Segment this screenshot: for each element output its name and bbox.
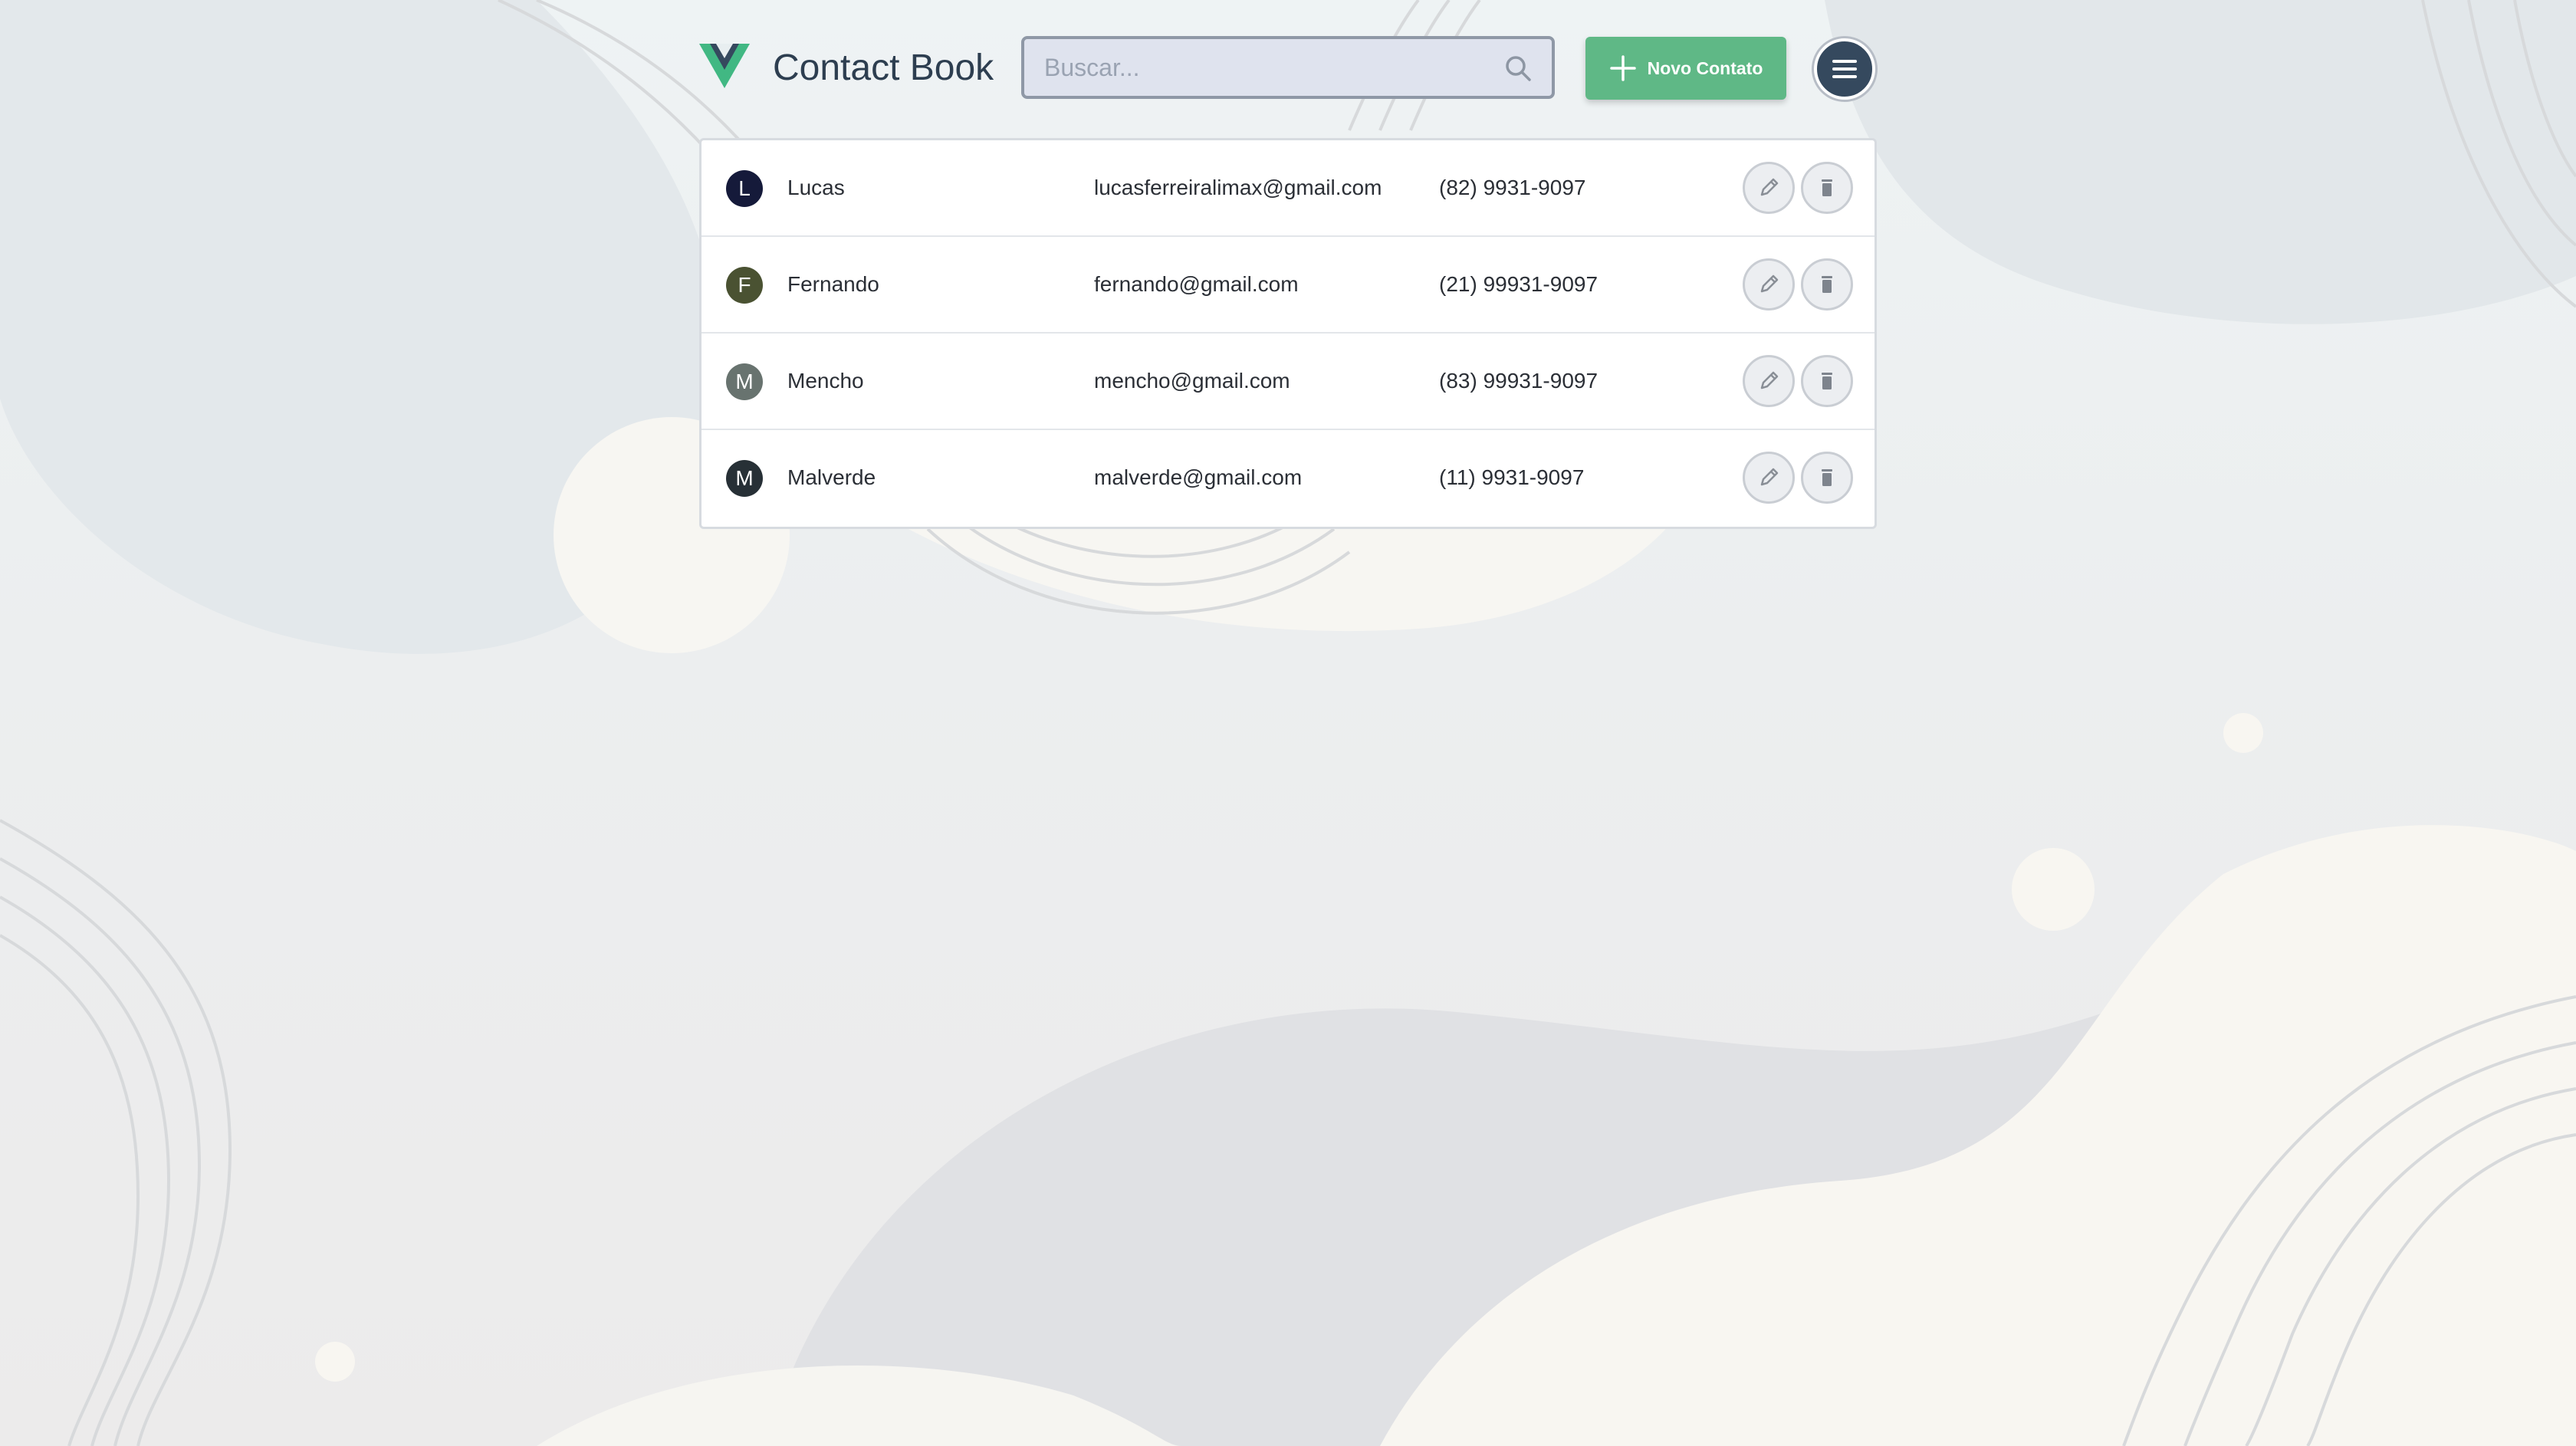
contact-row[interactable]: F Fernando fernando@gmail.com (21) 99931…: [702, 237, 1875, 334]
search-input[interactable]: [1024, 39, 1552, 96]
contact-row[interactable]: L Lucas lucasferreiralimax@gmail.com (82…: [702, 140, 1875, 237]
delete-button[interactable]: [1801, 452, 1853, 504]
contact-row[interactable]: M Mencho mencho@gmail.com (83) 99931-909…: [702, 334, 1875, 430]
menu-button[interactable]: [1814, 38, 1875, 100]
contact-phone: (11) 9931-9097: [1439, 465, 1585, 489]
contact-phone: (82) 9931-9097: [1439, 176, 1586, 199]
contact-list: L Lucas lucasferreiralimax@gmail.com (82…: [699, 138, 1877, 529]
edit-button[interactable]: [1743, 355, 1795, 407]
contact-phone: (21) 99931-9097: [1439, 272, 1598, 296]
new-contact-button[interactable]: Novo Contato: [1585, 37, 1786, 100]
search-icon[interactable]: [1503, 53, 1533, 84]
vue-logo-icon: [699, 44, 750, 88]
avatar: L: [726, 170, 763, 207]
delete-button[interactable]: [1801, 355, 1853, 407]
contact-phone: (83) 99931-9097: [1439, 369, 1598, 393]
edit-button[interactable]: [1743, 452, 1795, 504]
edit-button[interactable]: [1743, 162, 1795, 214]
pencil-icon: [1760, 468, 1779, 486]
new-contact-label: Novo Contato: [1647, 58, 1763, 78]
contact-email: mencho@gmail.com: [1094, 369, 1290, 393]
edit-button[interactable]: [1743, 258, 1795, 311]
contact-email: lucasferreiralimax@gmail.com: [1094, 176, 1382, 199]
trash-icon: [1822, 179, 1832, 196]
plus-icon: [1609, 55, 1636, 81]
hamburger-menu-icon: [1832, 60, 1857, 78]
avatar: M: [726, 363, 763, 400]
pencil-icon: [1760, 274, 1779, 293]
app-title: Contact Book: [773, 48, 994, 88]
contact-name: Lucas: [787, 176, 845, 199]
pencil-icon: [1760, 178, 1779, 196]
avatar: F: [726, 267, 763, 304]
avatar: M: [726, 460, 763, 497]
trash-icon: [1822, 373, 1832, 389]
trash-icon: [1822, 276, 1832, 293]
delete-button[interactable]: [1801, 258, 1853, 311]
contact-name: Mencho: [787, 369, 864, 393]
pencil-icon: [1760, 371, 1779, 389]
trash-icon: [1822, 469, 1832, 486]
contact-email: malverde@gmail.com: [1094, 465, 1303, 489]
contact-name: Malverde: [787, 465, 876, 489]
contact-row[interactable]: M Malverde malverde@gmail.com (11) 9931-…: [702, 430, 1875, 527]
delete-button[interactable]: [1801, 162, 1853, 214]
search-box: [1021, 36, 1555, 99]
contact-name: Fernando: [787, 272, 879, 296]
top-header: Contact Book Novo Contato: [699, 34, 1880, 103]
contact-email: fernando@gmail.com: [1094, 272, 1299, 296]
